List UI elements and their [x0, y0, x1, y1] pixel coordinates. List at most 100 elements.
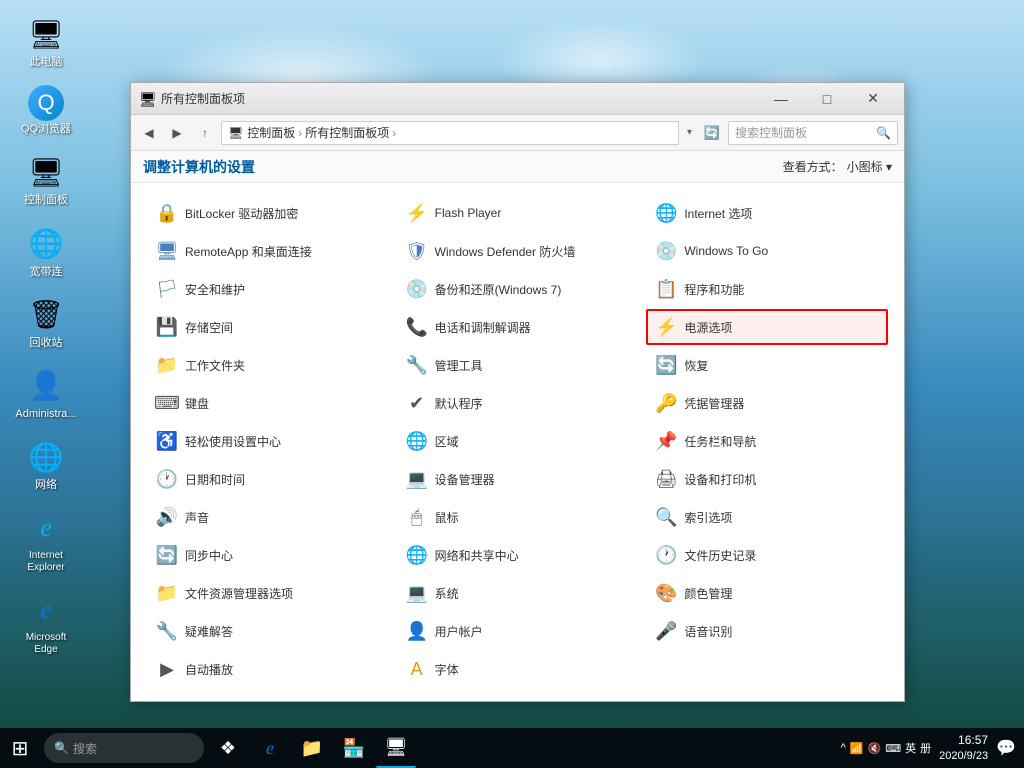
control-item-声音[interactable]: 🔊声音	[147, 499, 389, 535]
close-button[interactable]: ✕	[850, 83, 896, 115]
notification-button[interactable]: 💬	[996, 738, 1016, 758]
view-mode-value[interactable]: 小图标 ▾	[847, 158, 892, 175]
clock-date: 2020/9/23	[939, 749, 988, 764]
systray-lang[interactable]: 英	[905, 740, 916, 756]
search-box[interactable]: 搜索控制面板 🔍	[728, 121, 898, 145]
path-all[interactable]: 所有控制面板项	[305, 124, 389, 141]
control-item-鼠标[interactable]: 🖱鼠标	[397, 499, 639, 535]
systray-network[interactable]: 📶	[850, 742, 864, 755]
refresh-button[interactable]: 🔄	[700, 121, 724, 145]
control-item-电话和调制解调器[interactable]: 📞电话和调制解调器	[397, 309, 639, 345]
path-control[interactable]: 控制面板	[247, 124, 295, 141]
control-item-用户帐户[interactable]: 👤用户帐户	[397, 613, 639, 649]
control-panel-window: 🖥 所有控制面板项 — □ ✕ ◀ ▶ ↑ 🖥 控制面板 › 所有控制面板项 ›…	[130, 82, 905, 702]
control-item-设备管理器[interactable]: 💻设备管理器	[397, 461, 639, 497]
control-item-工作文件夹[interactable]: 📁工作文件夹	[147, 347, 389, 383]
control-item-设备和打印机[interactable]: 🖨设备和打印机	[646, 461, 888, 497]
control-item-程序和功能[interactable]: 📋程序和功能	[646, 271, 888, 307]
start-button[interactable]: ⊞	[0, 728, 40, 768]
view-label: 查看方式：	[783, 158, 843, 175]
desktop-icon-qq[interactable]: Q QQ浏览器	[10, 81, 82, 140]
control-item-电源选项[interactable]: ⚡ 电源选项	[646, 309, 888, 345]
item-icon: 🔒	[155, 201, 179, 225]
taskbar-item-edge[interactable]: e	[250, 728, 290, 768]
minimize-button[interactable]: —	[758, 83, 804, 115]
control-item-同步中心[interactable]: 🔄同步中心	[147, 537, 389, 573]
control-item-备份和还原(Windows-7)[interactable]: 💿备份和还原(Windows 7)	[397, 271, 639, 307]
desktop-icon-edge[interactable]: e Microsoft Edge	[10, 586, 82, 660]
search-icon: 🔍	[54, 741, 69, 755]
control-item-系统[interactable]: 💻系统	[397, 575, 639, 611]
control-item-任务栏和导航[interactable]: 📌任务栏和导航	[646, 423, 888, 459]
desktop-icon-control[interactable]: 🖥 控制面板	[10, 148, 82, 211]
control-item-恢复[interactable]: 🔄恢复	[646, 347, 888, 383]
control-item-日期和时间[interactable]: 🕐日期和时间	[147, 461, 389, 497]
taskbar-item-store[interactable]: 🏪	[334, 728, 374, 768]
item-icon: ⚡	[654, 315, 678, 339]
maximize-button[interactable]: □	[804, 83, 850, 115]
item-label: 管理工具	[435, 357, 483, 374]
taskbar-item-taskview[interactable]: ❖	[208, 728, 248, 768]
item-label: 系统	[435, 585, 459, 602]
page-heading: 调整计算机的设置	[143, 157, 783, 177]
taskbar-clock[interactable]: 16:57 2020/9/23	[939, 732, 988, 764]
systray-expand[interactable]: ^	[841, 742, 846, 754]
view-mode[interactable]: 查看方式： 小图标 ▾	[783, 158, 892, 175]
control-item-文件历史记录[interactable]: 🕐文件历史记录	[646, 537, 888, 573]
item-label: 自动播放	[185, 661, 233, 678]
item-icon: 💾	[155, 315, 179, 339]
back-button[interactable]: ◀	[137, 121, 161, 145]
control-item-Windows-To-Go[interactable]: 💿Windows To Go	[646, 233, 888, 269]
item-icon: 🕐	[654, 543, 678, 567]
control-item-默认程序[interactable]: ✔默认程序	[397, 385, 639, 421]
taskbar-item-control[interactable]: 🖥	[376, 728, 416, 768]
control-item-网络和共享中心[interactable]: 🌐网络和共享中心	[397, 537, 639, 573]
systray-dict[interactable]: 册	[920, 740, 931, 756]
dropdown-btn[interactable]: ▾	[687, 127, 692, 138]
desktop-icon-recycle[interactable]: 🗑 回收站	[10, 291, 82, 354]
control-item-Internet-选项[interactable]: 🌐Internet 选项	[646, 195, 888, 231]
control-item-文件资源管理器选项[interactable]: 📁文件资源管理器选项	[147, 575, 389, 611]
control-item-Flash-Player[interactable]: ⚡Flash Player	[397, 195, 639, 231]
desktop-icon-pc[interactable]: 🖥 此电脑	[10, 10, 82, 73]
control-item-自动播放[interactable]: ▶自动播放	[147, 651, 389, 687]
control-item-索引选项[interactable]: 🔍索引选项	[646, 499, 888, 535]
item-icon: 🔧	[405, 353, 429, 377]
taskbar-item-explorer[interactable]: 📁	[292, 728, 332, 768]
item-label: 电源选项	[684, 319, 732, 336]
forward-button[interactable]: ▶	[165, 121, 189, 145]
desktop-icon-ie[interactable]: e Internet Explorer	[10, 504, 82, 578]
qq-label: QQ浏览器	[21, 123, 71, 136]
control-item-管理工具[interactable]: 🔧 管理工具	[397, 347, 639, 383]
control-item-安全和维护[interactable]: 🏳安全和维护	[147, 271, 389, 307]
control-item-疑难解答[interactable]: 🔧疑难解答	[147, 613, 389, 649]
address-path[interactable]: 🖥 控制面板 › 所有控制面板项 ›	[221, 121, 679, 145]
desktop-icon-admin[interactable]: 👤 Administra...	[10, 362, 82, 425]
edge-label: Microsoft Edge	[14, 632, 78, 656]
control-item-键盘[interactable]: ⌨键盘	[147, 385, 389, 421]
item-label: 设备和打印机	[684, 471, 756, 488]
control-item-BitLocker-驱动器加密[interactable]: 🔒BitLocker 驱动器加密	[147, 195, 389, 231]
control-item-轻松使用设置中心[interactable]: ♿轻松使用设置中心	[147, 423, 389, 459]
taskbar-search[interactable]: 🔍 搜索	[44, 733, 204, 763]
systray-sound[interactable]: 🔇	[868, 742, 882, 755]
control-item-字体[interactable]: A字体	[397, 651, 639, 687]
control-item-凭据管理器[interactable]: 🔑凭据管理器	[646, 385, 888, 421]
item-icon: 🔑	[654, 391, 678, 415]
control-item-区域[interactable]: 🌐区域	[397, 423, 639, 459]
desktop-icon-broadband[interactable]: 🌐 宽带连	[10, 220, 82, 283]
control-item-颜色管理[interactable]: 🎨颜色管理	[646, 575, 888, 611]
item-label: 任务栏和导航	[684, 433, 756, 450]
recycle-icon: 🗑	[26, 295, 66, 335]
network-label: 网络	[35, 479, 57, 492]
control-item-存储空间[interactable]: 💾存储空间	[147, 309, 389, 345]
control-item-Windows-Defender-防火墙[interactable]: 🛡Windows Defender 防火墙	[397, 233, 639, 269]
systray-ime[interactable]: ⌨	[885, 742, 901, 755]
control-item-语音识别[interactable]: 🎤语音识别	[646, 613, 888, 649]
item-icon: 👤	[405, 619, 429, 643]
up-button[interactable]: ↑	[193, 121, 217, 145]
control-item-RemoteApp-和桌面连接[interactable]: 🖥RemoteApp 和桌面连接	[147, 233, 389, 269]
item-icon: 💿	[654, 239, 678, 263]
search-placeholder: 搜索控制面板	[735, 124, 807, 141]
desktop-icon-network[interactable]: 🌐 网络	[10, 433, 82, 496]
